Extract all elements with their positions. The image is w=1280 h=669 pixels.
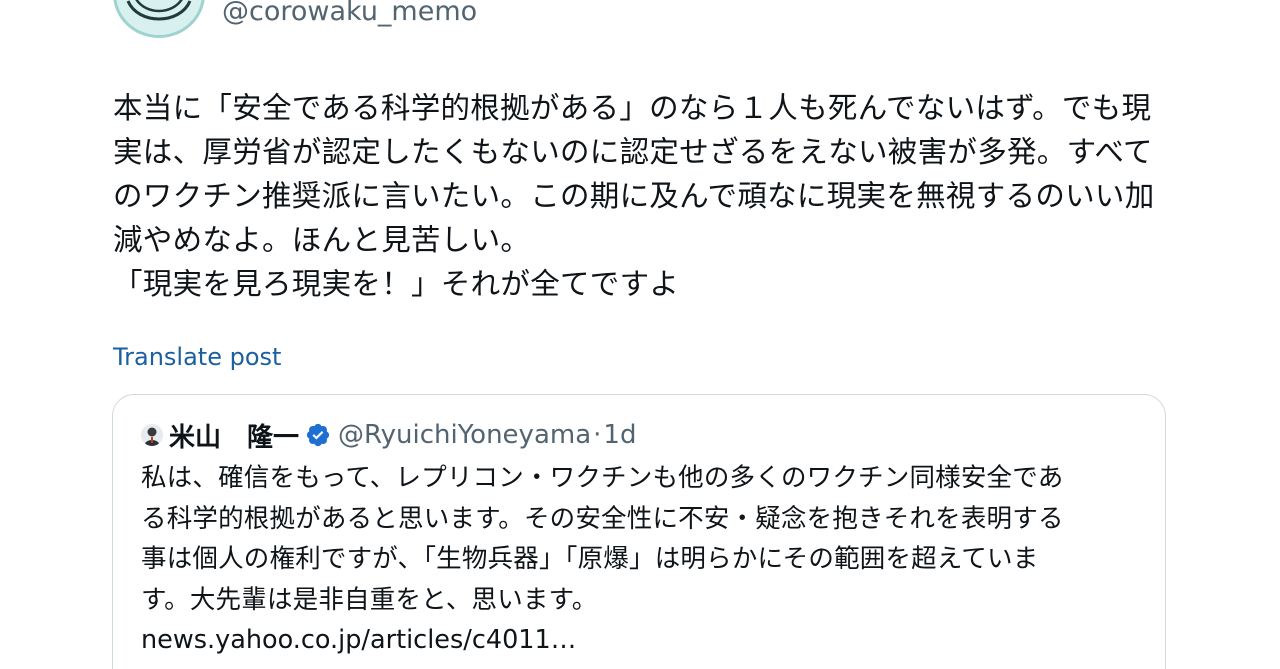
quoted-post-header: 米山 隆一 @RyuichiYoneyama · 1d xyxy=(141,415,636,455)
quoted-text-line: す。大先輩は是非自重をと、思います。 xyxy=(141,584,598,615)
translate-post-link[interactable]: Translate post xyxy=(113,341,281,373)
user-avatar[interactable] xyxy=(113,0,205,38)
quoted-text-line: 事は個人の権利ですが、「生物兵器」「原爆」は明らかにその範囲を超えていま xyxy=(141,544,1039,574)
post-view: @corowaku_memo 本当に「安全である科学的根拠がある」のなら１人も死… xyxy=(0,0,1280,669)
quoted-user-name[interactable]: 米山 隆一 xyxy=(169,417,299,454)
post-text: 本当に「安全である科学的根拠がある」のなら１人も死んでないはず。でも現 実は、厚… xyxy=(113,86,1173,306)
quoted-user-handle[interactable]: @RyuichiYoneyama xyxy=(338,420,591,450)
quoted-text-line: る科学的根拠があると思います。その安全性に不安・疑念を抱きそれを表明する xyxy=(141,503,1064,534)
quoted-post-link[interactable]: news.yahoo.co.jp/articles/c4011… xyxy=(141,620,576,660)
dot-separator: · xyxy=(593,420,602,450)
quoted-post-time[interactable]: 1d xyxy=(603,420,636,450)
post-text-line: 「現実を見ろ現実を！」それが全てですよ xyxy=(113,267,680,301)
post-text-line: 減やめなよ。ほんと見苦しい。 xyxy=(113,223,531,257)
quoted-text-line: 私は、確信をもって、レプリコン・ワクチンも他の多くのワクチン同様安全であ xyxy=(141,463,1064,493)
verified-badge-icon xyxy=(305,422,331,448)
post-text-line: 実は、厚労省が認定したくもないのに認定せざるをえない被害が多発。すべて xyxy=(113,135,1153,169)
post-text-line: 本当に「安全である科学的根拠がある」のなら１人も死んでないはず。でも現 xyxy=(113,91,1152,125)
author-handle[interactable]: @corowaku_memo xyxy=(222,0,477,30)
post-text-line: のワクチン推奨派に言いたい。この期に及んで頑なに現実を無視するのいい加 xyxy=(113,179,1155,213)
quoted-post-text: 私は、確信をもって、レプリコン・ワクチンも他の多くのワクチン同様安全であ る科学… xyxy=(141,458,1151,620)
quoted-post-card[interactable]: 米山 隆一 @RyuichiYoneyama · 1d 私は、確信をもって、レプ… xyxy=(112,394,1166,669)
quoted-user-avatar[interactable] xyxy=(141,424,163,446)
